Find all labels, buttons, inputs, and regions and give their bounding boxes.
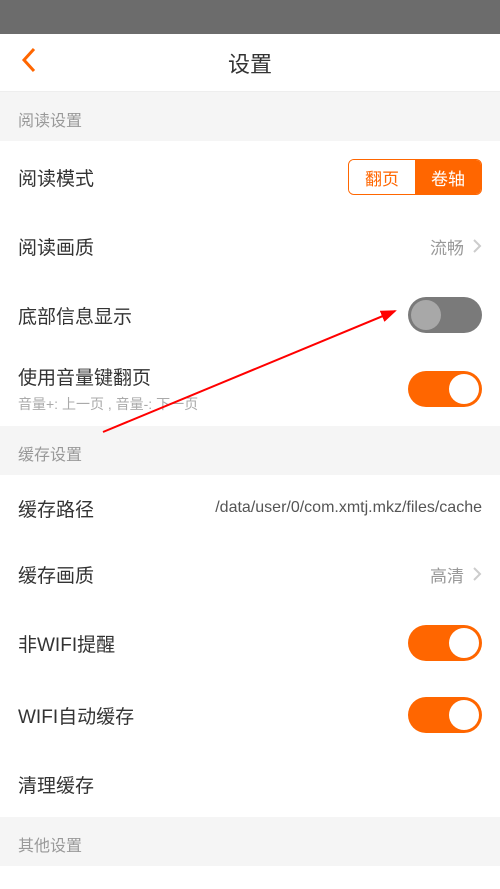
row-nonwifi-alert: 非WIFI提醒 [0, 607, 500, 679]
cache-path-value: /data/user/0/com.xmtj.mkz/files/cache [215, 499, 482, 517]
toggle-knob [449, 700, 479, 730]
back-button[interactable] [14, 48, 44, 78]
page-title: 设置 [228, 47, 272, 79]
section-header-cache: 缓存设置 [0, 426, 500, 475]
cache-quality-value: 高清 [430, 562, 464, 587]
wifi-auto-label: WIFI自动缓存 [18, 702, 134, 729]
row-wifi-auto-cache: WIFI自动缓存 [0, 679, 500, 751]
nonwifi-label: 非WIFI提醒 [18, 630, 115, 657]
row-reading-mode: 阅读模式 翻页 卷轴 [0, 141, 500, 213]
row-volume-page: 使用音量键翻页 音量+: 上一页 , 音量-: 下一页 [0, 351, 500, 426]
volume-page-label: 使用音量键翻页 [18, 363, 198, 390]
nonwifi-toggle[interactable] [408, 625, 482, 661]
clear-cache-label: 清理缓存 [18, 771, 94, 798]
cache-path-label: 缓存路径 [18, 495, 94, 522]
toggle-knob [449, 374, 479, 404]
row-cache-quality[interactable]: 缓存画质 高清 [0, 541, 500, 607]
reading-mode-label: 阅读模式 [18, 164, 94, 191]
status-bar [0, 0, 500, 34]
toggle-knob [411, 300, 441, 330]
segment-option-page[interactable]: 翻页 [349, 160, 415, 194]
segment-option-scroll[interactable]: 卷轴 [415, 160, 481, 194]
header: 设置 [0, 34, 500, 92]
cache-quality-label: 缓存画质 [18, 561, 94, 588]
section-header-reading: 阅读设置 [0, 92, 500, 141]
back-icon [21, 47, 37, 78]
row-cache-path[interactable]: 缓存路径 /data/user/0/com.xmtj.mkz/files/cac… [0, 475, 500, 541]
bottom-info-label: 底部信息显示 [18, 302, 132, 329]
row-clear-cache[interactable]: 清理缓存 [0, 751, 500, 817]
row-bottom-info: 底部信息显示 [0, 279, 500, 351]
chevron-right-icon [472, 566, 482, 582]
row-reading-quality[interactable]: 阅读画质 流畅 [0, 213, 500, 279]
toggle-knob [449, 628, 479, 658]
wifi-auto-toggle[interactable] [408, 697, 482, 733]
volume-page-sublabel: 音量+: 上一页 , 音量-: 下一页 [18, 394, 198, 414]
chevron-right-icon [472, 238, 482, 254]
reading-mode-segment: 翻页 卷轴 [348, 159, 482, 195]
bottom-info-toggle[interactable] [408, 297, 482, 333]
volume-page-toggle[interactable] [408, 371, 482, 407]
reading-quality-label: 阅读画质 [18, 233, 94, 260]
section-header-other: 其他设置 [0, 817, 500, 866]
reading-quality-value: 流畅 [430, 234, 464, 259]
